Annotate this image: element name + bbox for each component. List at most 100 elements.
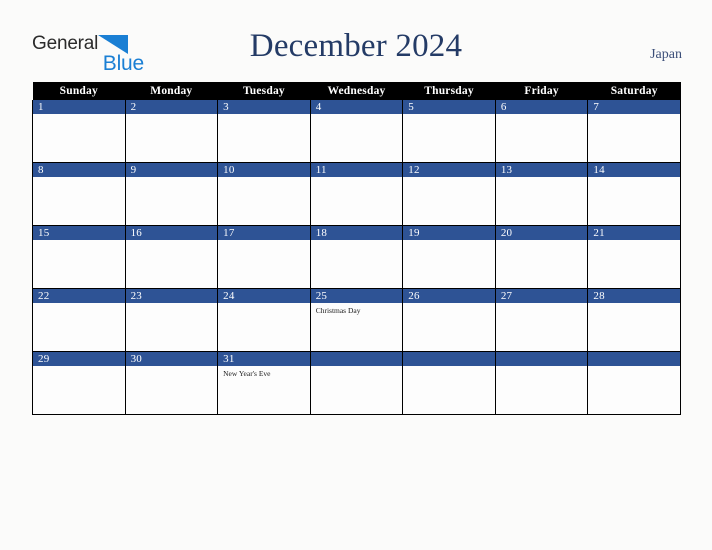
day-number: 6 bbox=[495, 100, 588, 114]
day-events bbox=[496, 366, 588, 369]
day-number: 12 bbox=[403, 163, 495, 177]
day-number: 31 bbox=[218, 352, 310, 366]
calendar-day-cell[interactable]: 17 bbox=[217, 225, 311, 289]
day-events bbox=[588, 303, 680, 306]
day-events bbox=[218, 303, 310, 306]
calendar-day-cell[interactable]: 20 bbox=[494, 225, 589, 289]
calendar-day-cell[interactable]: 2 bbox=[124, 100, 219, 163]
day-events bbox=[126, 240, 218, 243]
calendar-day-cell[interactable]: 29 bbox=[32, 351, 126, 415]
day-number: 24 bbox=[218, 289, 310, 303]
calendar-week-row: 15 16 17 18 19 20 21 bbox=[32, 225, 681, 289]
day-number bbox=[588, 352, 680, 366]
day-number: 19 bbox=[403, 226, 495, 240]
calendar-day-cell[interactable]: 5 bbox=[402, 100, 496, 163]
calendar-day-cell[interactable]: 27 bbox=[494, 288, 589, 352]
weekday-header-tuesday: Tuesday bbox=[217, 82, 311, 100]
day-number: 21 bbox=[588, 226, 680, 240]
weekday-header-thursday: Thursday bbox=[402, 82, 496, 100]
calendar-day-cell[interactable]: 26 bbox=[402, 288, 496, 352]
day-number: 16 bbox=[125, 226, 218, 240]
day-events bbox=[496, 240, 588, 243]
weekday-header-monday: Monday bbox=[125, 82, 218, 100]
calendar-day-cell[interactable]: 1 bbox=[32, 100, 126, 163]
calendar-day-cell[interactable]: 15 bbox=[32, 225, 126, 289]
calendar-day-cell[interactable]: 13 bbox=[494, 162, 589, 226]
day-events bbox=[33, 366, 125, 369]
weekday-header-saturday: Saturday bbox=[587, 82, 681, 100]
day-events bbox=[403, 240, 495, 243]
weekday-header-sunday: Sunday bbox=[32, 82, 126, 100]
day-events bbox=[403, 366, 495, 369]
calendar-day-cell[interactable]: 9 bbox=[124, 162, 219, 226]
day-number: 26 bbox=[403, 289, 495, 303]
country-label: Japan bbox=[650, 47, 682, 62]
day-number: 1 bbox=[33, 100, 125, 114]
weekday-header-row: Sunday Monday Tuesday Wednesday Thursday… bbox=[32, 82, 681, 100]
calendar-day-cell[interactable]: 19 bbox=[402, 225, 496, 289]
day-number bbox=[403, 352, 495, 366]
calendar-day-cell[interactable]: 3 bbox=[217, 100, 311, 163]
holiday-event-label: Christmas Day bbox=[315, 306, 361, 315]
day-events: Christmas Day bbox=[311, 303, 403, 316]
calendar-day-cell[interactable]: 4 bbox=[309, 100, 404, 163]
day-number: 25 bbox=[310, 289, 403, 303]
calendar-week-row: 1234567 bbox=[32, 100, 681, 163]
calendar-day-cell[interactable]: 10 bbox=[217, 162, 311, 226]
day-number: 14 bbox=[588, 163, 680, 177]
day-number: 5 bbox=[403, 100, 495, 114]
calendar-day-cell[interactable]: 14 bbox=[587, 162, 681, 226]
calendar-day-cell[interactable]: 25 Christmas Day bbox=[309, 288, 404, 352]
day-number: 9 bbox=[125, 163, 218, 177]
calendar-page: General Blue December 2024 Japan Sunday … bbox=[0, 0, 712, 550]
calendar-day-cell[interactable]: 30 bbox=[124, 351, 219, 415]
day-events bbox=[311, 366, 403, 369]
day-number: 18 bbox=[310, 226, 403, 240]
calendar-day-cell[interactable]: 7 bbox=[587, 100, 681, 163]
day-events bbox=[311, 114, 403, 117]
month-calendar-grid: Sunday Monday Tuesday Wednesday Thursday… bbox=[32, 82, 681, 415]
calendar-day-cell[interactable]: 16 bbox=[124, 225, 219, 289]
calendar-day-cell[interactable]: 18 bbox=[309, 225, 404, 289]
calendar-empty-cell bbox=[587, 351, 681, 415]
day-events bbox=[311, 240, 403, 243]
calendar-body: 1 2 3 4 5 6 7 8 9 10 11 12 13 14 15 16 17 18 19 20 21 22 23 24 2… bbox=[32, 100, 681, 415]
day-events bbox=[33, 177, 125, 180]
day-events bbox=[588, 177, 680, 180]
calendar-day-cell[interactable]: 24 bbox=[217, 288, 311, 352]
day-events bbox=[126, 177, 218, 180]
day-events bbox=[33, 114, 125, 117]
day-events bbox=[496, 114, 588, 117]
calendar-day-cell[interactable]: 23 bbox=[124, 288, 219, 352]
day-events bbox=[33, 303, 125, 306]
day-number: 27 bbox=[495, 289, 588, 303]
calendar-week-row: 8 9 10 11 12 13 14 bbox=[32, 162, 681, 226]
day-number: 22 bbox=[33, 289, 125, 303]
day-events bbox=[33, 240, 125, 243]
calendar-day-cell[interactable]: 31 New Year's Eve bbox=[217, 351, 311, 415]
calendar-day-cell[interactable]: 22 bbox=[32, 288, 126, 352]
day-number: 20 bbox=[495, 226, 588, 240]
day-number: 10 bbox=[218, 163, 310, 177]
calendar-day-cell[interactable]: 21 bbox=[587, 225, 681, 289]
calendar-day-cell[interactable]: 12 bbox=[402, 162, 496, 226]
day-events: New Year's Eve bbox=[218, 366, 310, 379]
day-events bbox=[126, 366, 218, 369]
day-events bbox=[403, 177, 495, 180]
day-number bbox=[310, 352, 403, 366]
day-events bbox=[496, 303, 588, 306]
day-number: 23 bbox=[125, 289, 218, 303]
calendar-day-cell[interactable]: 11 bbox=[309, 162, 404, 226]
day-events bbox=[588, 240, 680, 243]
calendar-day-cell[interactable]: 8 bbox=[32, 162, 126, 226]
day-events bbox=[126, 114, 218, 117]
calendar-day-cell[interactable]: 6 bbox=[494, 100, 589, 163]
day-number: 17 bbox=[218, 226, 310, 240]
calendar-empty-cell bbox=[309, 351, 404, 415]
day-events bbox=[311, 177, 403, 180]
calendar-day-cell[interactable]: 28 bbox=[587, 288, 681, 352]
day-number: 29 bbox=[33, 352, 125, 366]
day-number: 7 bbox=[588, 100, 680, 114]
day-number: 28 bbox=[588, 289, 680, 303]
calendar-empty-cell bbox=[402, 351, 496, 415]
